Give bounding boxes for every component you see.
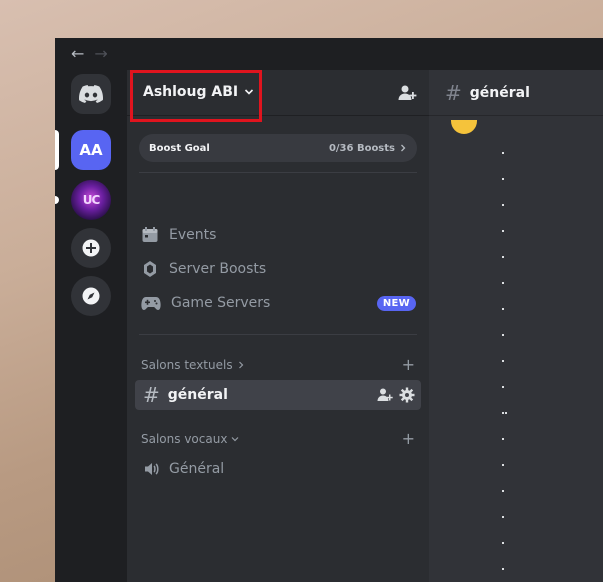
emoji-avatar <box>451 120 477 134</box>
dot <box>502 386 504 388</box>
forward-arrow-icon[interactable]: → <box>94 46 107 62</box>
channel-actions <box>377 387 415 403</box>
dot <box>502 464 504 466</box>
events-label: Events <box>169 227 217 243</box>
boost-count-text: 0/36 Boosts <box>328 142 395 154</box>
category-text-channels[interactable]: Salons textuels <box>141 358 245 372</box>
boost-goal-bar[interactable]: Boost Goal 0/36 Boosts <box>139 134 417 162</box>
chevron-right-icon <box>238 361 243 369</box>
server-boosts-label: Server Boosts <box>169 261 267 277</box>
channel-general-text[interactable]: # général <box>135 380 421 410</box>
divider <box>139 172 417 173</box>
plus-circle-icon <box>82 239 100 257</box>
back-arrow-icon[interactable]: ← <box>71 46 84 62</box>
category-voice-channels[interactable]: Salons vocaux <box>141 432 239 446</box>
explore-servers-button[interactable] <box>71 276 111 316</box>
boost-count: 0/36 Boosts <box>329 143 407 154</box>
highlight-annotation-box <box>130 70 262 122</box>
boost-goal-label: Boost Goal <box>149 142 210 154</box>
new-badge: NEW <box>376 296 416 311</box>
channel-name: Général <box>169 461 225 477</box>
dot <box>502 256 504 258</box>
hash-icon: # <box>143 383 160 407</box>
divider <box>139 334 417 335</box>
dot <box>502 490 504 492</box>
category-text-label: Salons textuels <box>141 358 233 372</box>
dot <box>505 412 507 414</box>
server-icon-aa[interactable]: AA <box>71 130 111 170</box>
game-servers-label: Game Servers <box>171 295 271 311</box>
chevron-down-icon <box>231 437 239 442</box>
compass-icon <box>82 287 100 305</box>
dot <box>502 516 504 518</box>
dot <box>502 438 504 440</box>
dot <box>502 282 504 284</box>
unread-indicator <box>55 196 59 204</box>
server-rail: AA UC <box>55 70 127 582</box>
dot <box>502 308 504 310</box>
events-item[interactable]: Events <box>141 224 216 246</box>
create-text-channel-icon[interactable]: + <box>402 355 415 374</box>
dot <box>502 360 504 362</box>
chevron-right-icon <box>401 144 406 152</box>
dot <box>502 152 504 154</box>
dot <box>502 334 504 336</box>
dot <box>502 542 504 544</box>
create-voice-channel-icon[interactable]: + <box>402 429 415 448</box>
discord-logo-icon <box>79 85 103 103</box>
add-server-button[interactable] <box>71 228 111 268</box>
channel-name: général <box>167 387 228 403</box>
dot <box>502 568 504 570</box>
game-controller-icon <box>141 297 161 310</box>
speaker-icon <box>145 463 159 475</box>
boost-gem-icon <box>144 261 156 277</box>
chat-header: # général <box>429 70 603 116</box>
active-server-indicator <box>55 130 59 170</box>
category-voice-label: Salons vocaux <box>141 432 228 446</box>
dot <box>502 412 504 414</box>
server-header[interactable]: Ashloug ABI <box>127 70 429 122</box>
titlebar: ← → <box>55 38 603 70</box>
discord-window: ← → AA UC Ashloug ABI Boost Goal 0/36 Bo… <box>55 38 603 582</box>
gear-icon[interactable] <box>399 387 415 403</box>
game-servers-item[interactable]: Game Servers <box>141 292 270 314</box>
server-icon-uc[interactable]: UC <box>71 180 111 220</box>
chat-area: # général <box>429 70 603 582</box>
hash-icon: # <box>445 80 462 105</box>
server-boosts-item[interactable]: Server Boosts <box>141 258 266 280</box>
dot <box>502 230 504 232</box>
direct-messages-button[interactable] <box>71 74 111 114</box>
create-invite-icon[interactable] <box>377 387 393 403</box>
calendar-icon <box>142 227 158 242</box>
dot <box>502 204 504 206</box>
chat-channel-title: général <box>469 84 530 101</box>
invite-people-icon[interactable] <box>397 83 417 103</box>
channel-general-voice[interactable]: Général <box>135 454 421 484</box>
channel-sidebar: Ashloug ABI Boost Goal 0/36 Boosts Event… <box>127 70 429 582</box>
dot <box>502 178 504 180</box>
